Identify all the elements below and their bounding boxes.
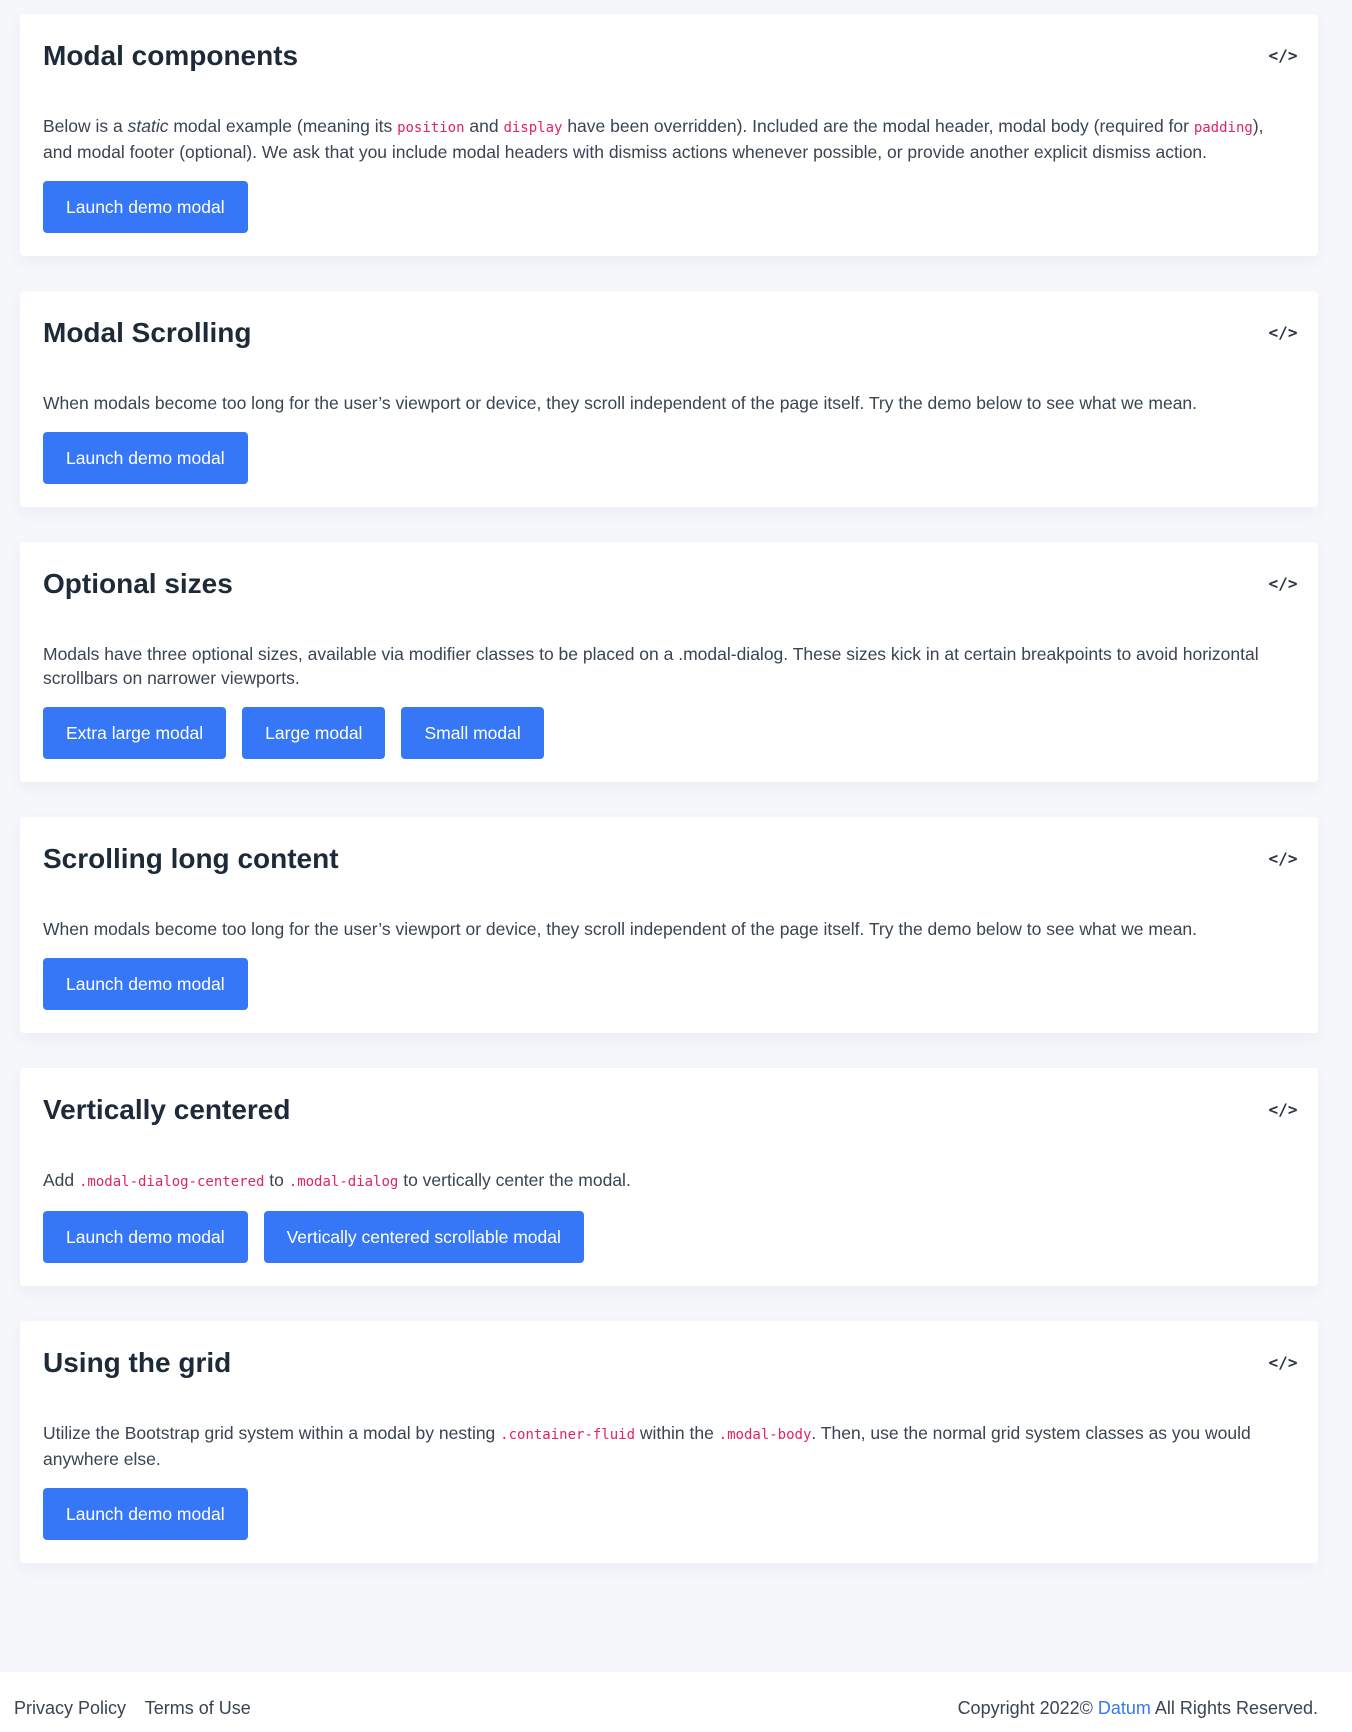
card-modal-scrolling: Modal Scrolling </> When modals become t… (20, 291, 1318, 507)
footer-links: Privacy Policy Terms of Use (14, 1698, 265, 1719)
brand-link[interactable]: Datum (1098, 1698, 1151, 1718)
vertically-centered-scrollable-modal-button[interactable]: Vertically centered scrollable modal (263, 1211, 584, 1263)
inline-code: .modal-dialog (288, 1174, 399, 1190)
code-icon[interactable]: </> (1269, 570, 1298, 596)
code-icon[interactable]: </> (1269, 42, 1298, 68)
large-modal-button[interactable]: Large modal (242, 707, 386, 759)
launch-demo-modal-button[interactable]: Launch demo modal (43, 958, 248, 1010)
launch-demo-modal-button[interactable]: Launch demo modal (43, 1211, 248, 1263)
card-description: When modals become too long for the user… (43, 919, 1198, 939)
launch-demo-modal-button[interactable]: Launch demo modal (43, 181, 248, 233)
terms-of-use-link[interactable]: Terms of Use (145, 1698, 251, 1718)
button-row: Extra large modal Large modal Small moda… (43, 707, 1295, 759)
card-description: Add .modal-dialog-centered to .modal-dia… (43, 1170, 631, 1190)
card-vertically-centered: Vertically centered </> Add .modal-dialo… (20, 1068, 1318, 1286)
card-title: Using the grid (43, 1347, 232, 1378)
footer: Privacy Policy Terms of Use Copyright 20… (0, 1672, 1352, 1732)
card-optional-sizes: Optional sizes </> Modals have three opt… (20, 542, 1318, 782)
inline-code: .modal-body (718, 1427, 812, 1443)
card-title: Optional sizes (43, 568, 233, 599)
small-modal-button[interactable]: Small modal (401, 707, 544, 759)
inline-code: position (397, 120, 465, 136)
card-description: Below is a static modal example (meaning… (43, 116, 1264, 162)
code-icon[interactable]: </> (1269, 845, 1298, 871)
inline-code: .modal-dialog-centered (79, 1174, 265, 1190)
inline-code: .container-fluid (500, 1427, 636, 1443)
card-title: Vertically centered (43, 1094, 291, 1125)
card-modal-components: Modal components </> Below is a static m… (20, 14, 1318, 256)
content: Modal components </> Below is a static m… (20, 14, 1318, 1598)
card-title: Scrolling long content (43, 843, 339, 874)
launch-demo-modal-button[interactable]: Launch demo modal (43, 432, 248, 484)
button-row: Launch demo modal (43, 1488, 1295, 1540)
card-description: Utilize the Bootstrap grid system within… (43, 1423, 1251, 1469)
card-scrolling-long-content: Scrolling long content </> When modals b… (20, 817, 1318, 1033)
card-description: Modals have three optional sizes, availa… (43, 644, 1259, 688)
card-title: Modal Scrolling (43, 317, 252, 348)
button-row: Launch demo modal (43, 181, 1295, 233)
card-using-the-grid: Using the grid </> Utilize the Bootstrap… (20, 1321, 1318, 1563)
card-title: Modal components (43, 40, 299, 71)
extra-large-modal-button[interactable]: Extra large modal (43, 707, 227, 759)
inline-code: padding (1193, 120, 1253, 136)
launch-demo-modal-button[interactable]: Launch demo modal (43, 1488, 248, 1540)
code-icon[interactable]: </> (1269, 319, 1298, 345)
copyright: Copyright 2022© Datum All Rights Reserve… (957, 1698, 1318, 1718)
button-row: Launch demo modal (43, 432, 1295, 484)
inline-code: display (503, 120, 563, 136)
button-row: Launch demo modal (43, 958, 1295, 1010)
card-description: When modals become too long for the user… (43, 393, 1198, 413)
code-icon[interactable]: </> (1269, 1349, 1298, 1375)
privacy-policy-link[interactable]: Privacy Policy (14, 1698, 126, 1718)
button-row: Launch demo modal Vertically centered sc… (43, 1211, 1295, 1263)
code-icon[interactable]: </> (1269, 1096, 1298, 1122)
